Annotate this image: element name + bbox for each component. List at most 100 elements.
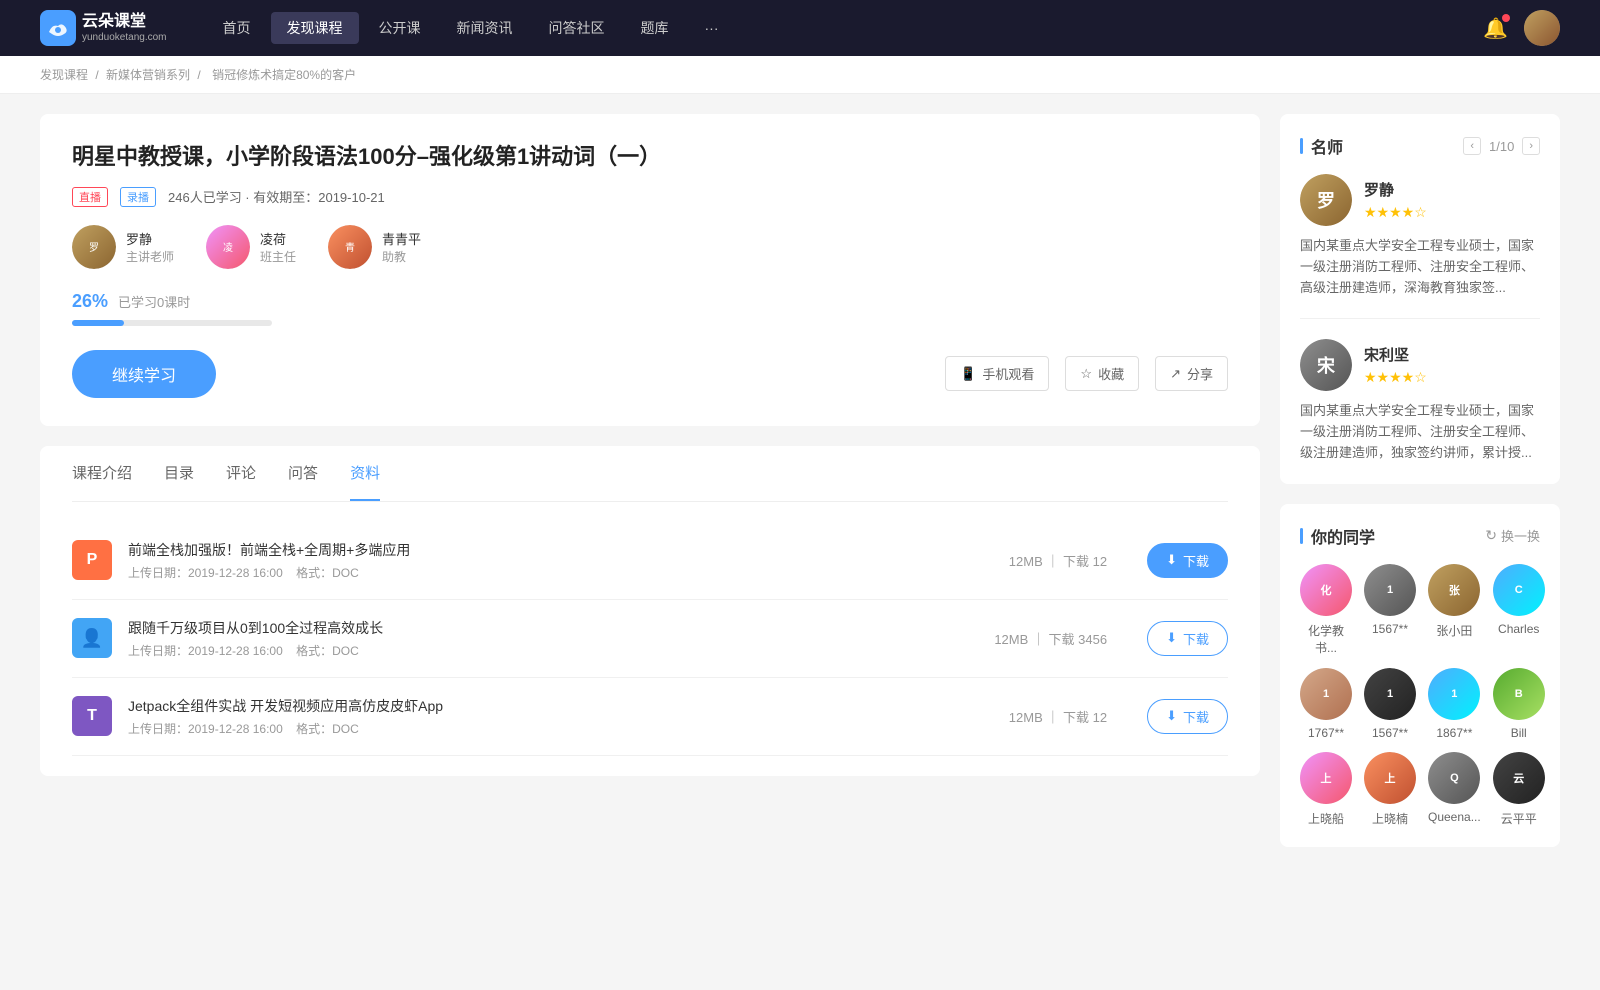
resource-sub-0: 上传日期：2019-12-28 16:00 格式：DOC (128, 564, 969, 581)
student-item-6: 1 1867** (1428, 668, 1481, 740)
star-icon: ☆ (1080, 366, 1092, 382)
student-item-7: B Bill (1493, 668, 1545, 740)
teacher-card-header-0: 罗 罗静 ★★★★☆ (1300, 174, 1540, 226)
breadcrumb-link-series[interactable]: 新媒体营销系列 (106, 68, 190, 82)
share-button[interactable]: ↗ 分享 (1155, 356, 1228, 391)
student-name-9: 上晓楠 (1372, 810, 1408, 827)
tab-comments[interactable]: 评论 (226, 446, 256, 501)
student-item-5: 1 1567** (1364, 668, 1416, 740)
student-item-10: Q Queena... (1428, 752, 1481, 827)
progress-header: 26% 已学习0课时 (72, 291, 1228, 312)
tabs-header: 课程介绍 目录 评论 问答 资料 (72, 446, 1228, 502)
nav-discover[interactable]: 发现课程 (271, 12, 359, 44)
teachers-panel-nav: ‹ 1/10 › (1463, 137, 1540, 155)
download-icon-1: ⬇ (1166, 630, 1177, 646)
progress-label: 已学习0课时 (118, 292, 190, 311)
tab-resources[interactable]: 资料 (350, 446, 380, 501)
student-avatar-2: 张 (1428, 564, 1480, 616)
collect-label: 收藏 (1098, 364, 1124, 383)
student-avatar-7: B (1493, 668, 1545, 720)
student-avatar-1: 1 (1364, 564, 1416, 616)
resource-name-0: 前端全栈加强版！前端全栈+全周期+多端应用 (128, 540, 969, 560)
resource-info-1: 跟随千万级项目从0到100全过程高效成长 上传日期：2019-12-28 16:… (128, 618, 954, 659)
student-item-1: 1 1567** (1364, 564, 1416, 656)
teachers-panel-header: 名师 ‹ 1/10 › (1300, 134, 1540, 158)
refresh-icon: ↻ (1485, 527, 1497, 544)
breadcrumb: 发现课程 / 新媒体营销系列 / 销冠修炼术搞定80%的客户 (0, 56, 1600, 94)
user-avatar[interactable] (1524, 10, 1560, 46)
nav-public[interactable]: 公开课 (363, 12, 437, 44)
teachers-panel-title: 名师 (1300, 134, 1343, 158)
share-icon: ↗ (1170, 366, 1181, 382)
mobile-watch-button[interactable]: 📱 手机观看 (945, 356, 1049, 391)
nav-news[interactable]: 新闻资讯 (441, 12, 529, 44)
breadcrumb-sep2: / (197, 68, 204, 82)
progress-bar-bg (72, 320, 272, 326)
tab-catalog[interactable]: 目录 (164, 446, 194, 501)
student-item-11: 云 云平平 (1493, 752, 1545, 827)
mobile-label: 手机观看 (982, 364, 1034, 383)
teacher-2: 青 青青平 助教 (328, 225, 421, 269)
teacher-card-desc-0: 国内某重点大学安全工程专业硕士，国家一级注册消防工程师、注册安全工程师、高级注册… (1300, 236, 1540, 298)
download-button-0[interactable]: ⬇ 下载 (1147, 543, 1228, 578)
teacher-0: 罗 罗静 主讲老师 (72, 225, 174, 269)
collect-button[interactable]: ☆ 收藏 (1065, 356, 1139, 391)
student-name-11: 云平平 (1501, 810, 1537, 827)
resource-sub-1: 上传日期：2019-12-28 16:00 格式：DOC (128, 642, 954, 659)
nav-exam[interactable]: 题库 (625, 12, 685, 44)
student-item-8: 上 上晓船 (1300, 752, 1352, 827)
student-name-4: 1767** (1308, 726, 1344, 740)
students-panel-title: 你的同学 (1300, 524, 1375, 548)
resource-info-0: 前端全栈加强版！前端全栈+全周期+多端应用 上传日期：2019-12-28 16… (128, 540, 969, 581)
teachers-prev-btn[interactable]: ‹ (1463, 137, 1481, 155)
teachers-next-btn[interactable]: › (1522, 137, 1540, 155)
resource-item-1: 👤 跟随千万级项目从0到100全过程高效成长 上传日期：2019-12-28 1… (72, 600, 1228, 678)
teachers-page: 1/10 (1489, 139, 1514, 154)
download-button-2[interactable]: ⬇ 下载 (1147, 699, 1228, 734)
tab-content: P 前端全栈加强版！前端全栈+全周期+多端应用 上传日期：2019-12-28 … (72, 502, 1228, 776)
nav-more[interactable]: ··· (689, 14, 735, 42)
teacher-info-2: 青青平 助教 (382, 229, 421, 265)
resource-icon-1: 👤 (72, 618, 112, 658)
logo[interactable]: 云朵课堂 yunduoketang.com (40, 10, 167, 46)
content-area: 明星中教授课，小学阶段语法100分–强化级第1讲动词（一） 直播 录播 246人… (40, 114, 1260, 867)
teacher-avatar-1: 凌 (206, 225, 250, 269)
teacher-card-avatar-1: 宋 (1300, 339, 1352, 391)
tab-intro[interactable]: 课程介绍 (72, 446, 132, 501)
navbar: 云朵课堂 yunduoketang.com 首页 发现课程 公开课 新闻资讯 问… (0, 0, 1600, 56)
teacher-card-1: 宋 宋利坚 ★★★★☆ 国内某重点大学安全工程专业硕士，国家一级注册消防工程师、… (1300, 339, 1540, 463)
student-avatar-10: Q (1428, 752, 1480, 804)
student-name-1: 1567** (1372, 622, 1408, 636)
download-icon-0: ⬇ (1166, 552, 1177, 568)
teacher-info-1: 凌荷 班主任 (260, 229, 296, 265)
tab-qa[interactable]: 问答 (288, 446, 318, 501)
nav-qa[interactable]: 问答社区 (533, 12, 621, 44)
student-name-5: 1567** (1372, 726, 1408, 740)
breadcrumb-sep1: / (95, 68, 102, 82)
download-button-1[interactable]: ⬇ 下载 (1147, 621, 1228, 656)
breadcrumb-link-discover[interactable]: 发现课程 (40, 68, 88, 82)
refresh-button[interactable]: ↻ 换一换 (1485, 526, 1540, 545)
student-avatar-11: 云 (1493, 752, 1545, 804)
students-grid: 化 化学教书... 1 1567** 张 张小田 (1300, 564, 1540, 827)
progress-section: 26% 已学习0课时 (72, 291, 1228, 326)
student-name-3: Charles (1498, 622, 1539, 636)
teacher-card-meta-0: 罗静 ★★★★☆ (1364, 179, 1427, 221)
bell-icon[interactable]: 🔔 (1483, 16, 1508, 41)
teacher-role-1: 班主任 (260, 248, 296, 265)
badge-record: 录播 (120, 187, 156, 207)
student-avatar-4: 1 (1300, 668, 1352, 720)
nav-home[interactable]: 首页 (207, 12, 267, 44)
teacher-role-0: 主讲老师 (126, 248, 174, 265)
refresh-label: 换一换 (1501, 526, 1540, 545)
student-avatar-9: 上 (1364, 752, 1416, 804)
continue-learning-button[interactable]: 继续学习 (72, 350, 216, 398)
share-label: 分享 (1187, 364, 1213, 383)
resource-info-2: Jetpack全组件实战 开发短视频应用高仿皮皮虾App 上传日期：2019-1… (128, 696, 969, 737)
teacher-card-0: 罗 罗静 ★★★★☆ 国内某重点大学安全工程专业硕士，国家一级注册消防工程师、注… (1300, 174, 1540, 319)
student-avatar-3: C (1493, 564, 1545, 616)
student-name-0: 化学教书... (1300, 622, 1352, 656)
resource-stats-2: 12MB ｜ 下载 12 (1009, 707, 1107, 726)
teacher-card-name-0: 罗静 (1364, 179, 1427, 200)
resource-stats-1: 12MB ｜ 下载 3456 (994, 629, 1107, 648)
